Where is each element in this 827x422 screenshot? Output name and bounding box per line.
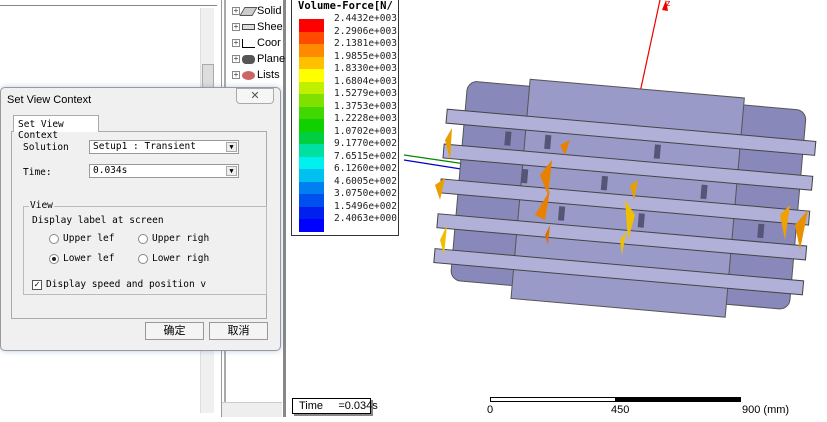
- legend-swatch: [299, 144, 324, 157]
- legend-swatch: [299, 131, 324, 144]
- chevron-down-icon[interactable]: ▼: [226, 166, 237, 176]
- display-speed-checkbox[interactable]: ✓ Display speed and position v: [32, 279, 206, 290]
- legend-swatch: [299, 156, 324, 169]
- legend-swatch: [299, 219, 324, 232]
- legend-swatch: [299, 19, 324, 32]
- legend-swatch: [299, 81, 324, 94]
- sheet-icon: [242, 24, 255, 30]
- legend-value: 1.8330e+003: [334, 63, 397, 74]
- legend-title: Volume-Force[N/: [298, 0, 393, 12]
- chevron-down-icon[interactable]: ▼: [226, 142, 237, 152]
- time-label: Time =0.034s: [292, 398, 378, 414]
- lists-icon: [242, 70, 255, 80]
- scale-label-max: 900 (mm): [742, 404, 790, 416]
- legend-swatch: [299, 31, 324, 44]
- radio-lower-right[interactable]: Lower righ: [138, 253, 209, 264]
- expand-icon[interactable]: +: [232, 7, 240, 15]
- coordinate-system-icon: [242, 38, 255, 48]
- tree-item-coordinate-systems[interactable]: + Coor: [232, 35, 288, 51]
- rotor-model: [433, 78, 817, 318]
- legend-swatch: [299, 169, 324, 182]
- legend-value: 2.2906e+003: [334, 25, 397, 37]
- solution-label: Solution: [23, 142, 69, 153]
- legend-value: 1.0702e+003: [334, 125, 397, 137]
- expand-icon[interactable]: +: [232, 71, 240, 79]
- tree-item-planes[interactable]: + Plane: [232, 51, 288, 67]
- expand-icon[interactable]: +: [232, 23, 240, 31]
- legend-value: 2.1381e+003: [334, 38, 397, 49]
- horizontal-scrollbar[interactable]: [222, 402, 282, 417]
- legend-value: 1.5279e+003: [334, 88, 397, 99]
- expand-icon[interactable]: +: [232, 55, 240, 63]
- cancel-button[interactable]: 取消: [209, 322, 268, 340]
- close-button[interactable]: ✕: [236, 88, 274, 104]
- tab-set-view-context[interactable]: Set View Context: [13, 115, 99, 141]
- legend-swatch: [299, 119, 324, 132]
- legend-value: 1.6804e+003: [334, 75, 397, 87]
- tree-item-lists[interactable]: + Lists: [232, 67, 288, 83]
- legend-swatch: [299, 106, 324, 119]
- scale-label-mid: 450: [611, 404, 630, 416]
- time-field-label: Time:: [23, 167, 52, 178]
- ok-button[interactable]: 确定: [145, 322, 204, 340]
- checkmark-icon[interactable]: ✓: [32, 279, 42, 290]
- plane-icon: [242, 54, 255, 64]
- time-select[interactable]: 0.034s ▼: [89, 164, 239, 178]
- set-view-context-dialog: Set View Context ✕ Set View Context Solu…: [0, 87, 281, 351]
- legend-value: 1.5496e+002: [334, 200, 397, 212]
- radio-lower-left[interactable]: Lower lef: [49, 253, 114, 264]
- legend-value: 1.3753e+003: [334, 100, 397, 112]
- radio-upper-right[interactable]: Upper righ: [138, 233, 209, 244]
- legend-swatch: [299, 69, 324, 82]
- legend-value: 3.0750e+002: [334, 188, 397, 199]
- legend-swatch: [299, 94, 324, 107]
- legend-value: 9.1770e+002: [334, 138, 397, 149]
- radio-upper-left[interactable]: Upper lef: [49, 233, 114, 244]
- legend-value: 4.6005e+002: [334, 175, 397, 187]
- z-axis-label: z: [666, 0, 671, 8]
- legend-swatch: [299, 44, 324, 57]
- tree-item-solids[interactable]: + Solid: [232, 3, 288, 19]
- legend-swatch: [299, 206, 324, 219]
- expand-icon[interactable]: +: [232, 39, 240, 47]
- legend-value: 1.2228e+003: [334, 113, 397, 124]
- solid-icon: [239, 6, 258, 16]
- tree-item-sheets[interactable]: + Shee: [232, 19, 288, 35]
- legend-swatch: [299, 181, 324, 194]
- legend-value: 6.1260e+002: [334, 163, 397, 174]
- legend-swatch: [299, 56, 324, 69]
- dialog-title: Set View Context: [7, 94, 92, 106]
- legend-value: 1.9855e+003: [334, 50, 397, 62]
- legend-value: 7.6515e+002: [334, 150, 397, 162]
- scale-label-0: 0: [487, 404, 494, 416]
- legend-swatch: [299, 194, 324, 207]
- legend-value: 2.4063e+000: [334, 213, 397, 224]
- display-label-heading: Display label at screen: [32, 215, 164, 226]
- solution-select[interactable]: Setup1 : Transient ▼: [89, 140, 239, 154]
- legend-value: 2.4432e+003: [334, 13, 397, 24]
- color-legend: Volume-Force[N/ 2.4432e+003 2.2906e+003 2.…: [291, 0, 399, 236]
- view-group-title: View: [29, 200, 54, 211]
